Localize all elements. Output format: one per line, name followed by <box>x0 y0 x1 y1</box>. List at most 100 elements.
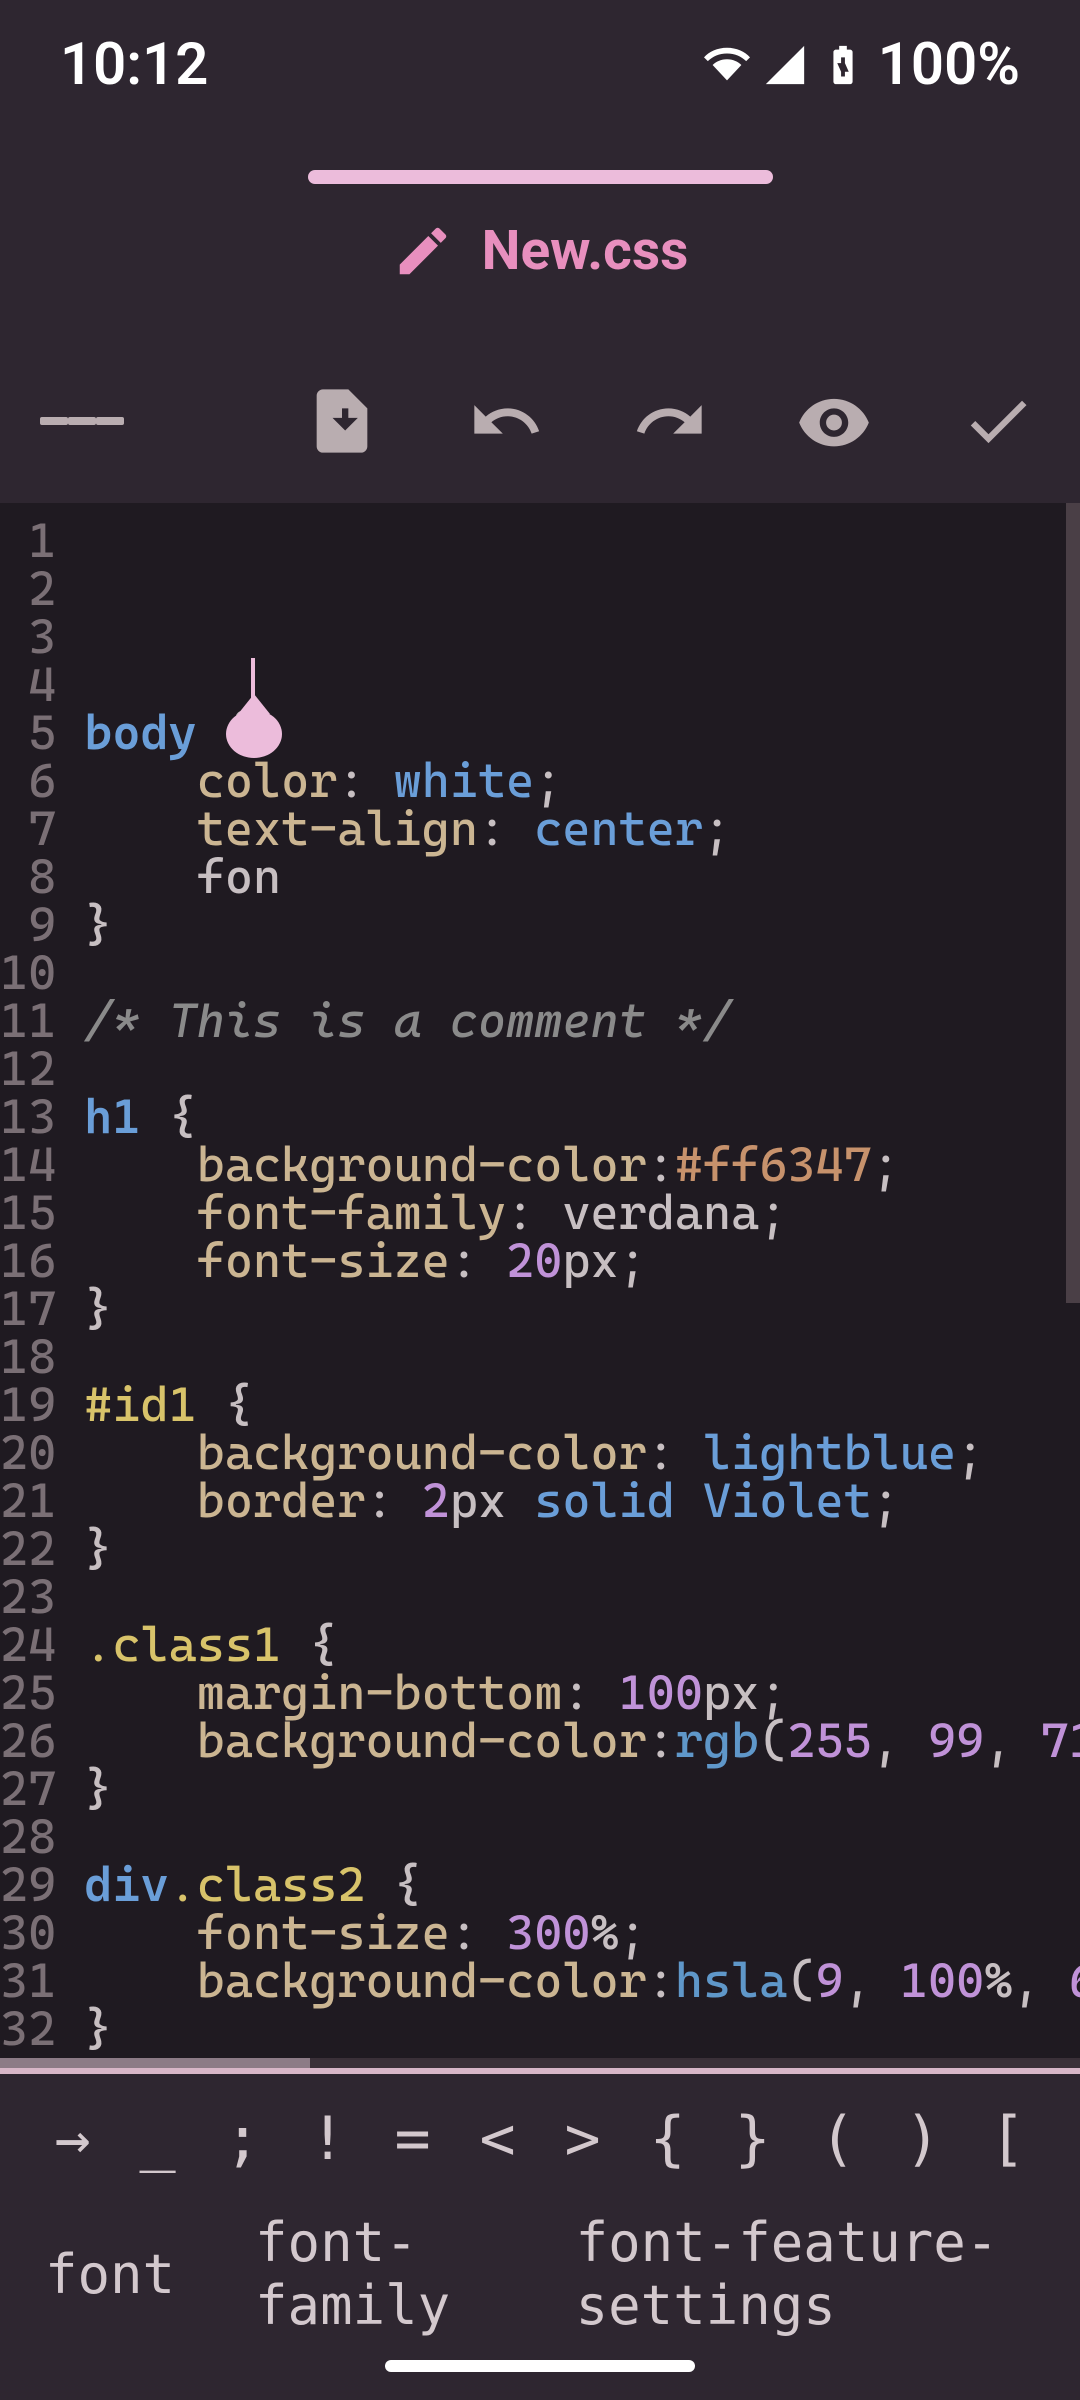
line-number: 17 <box>0 1285 56 1333</box>
line-number: 9 <box>0 901 56 949</box>
line-number: 15 <box>0 1189 56 1237</box>
code-line[interactable]: } <box>84 2005 1080 2053</box>
battery-percent: 100% <box>878 31 1020 99</box>
redo-icon <box>632 383 708 459</box>
undo-icon <box>468 383 544 459</box>
code-line[interactable]: .class1 { <box>84 1621 1080 1669</box>
code-line[interactable]: background-color: lightblue; <box>84 1429 1080 1477</box>
redo-button[interactable] <box>628 379 712 463</box>
line-number: 13 <box>0 1093 56 1141</box>
line-number: 7 <box>0 805 56 853</box>
code-line[interactable]: border: 2px solid Violet; <box>84 1477 1080 1525</box>
code-line[interactable]: #id1 { <box>84 1381 1080 1429</box>
line-number: 28 <box>0 1813 56 1861</box>
line-number: 5 <box>0 709 56 757</box>
code-line[interactable]: font-size: 300%; <box>84 1909 1080 1957</box>
code-editor[interactable]: 1234567891011121314151617181920212223242… <box>0 503 1080 2068</box>
code-line[interactable]: fon <box>84 853 1080 901</box>
line-number: 29 <box>0 1861 56 1909</box>
symbol-key[interactable]: ( <box>795 2104 880 2174</box>
menu-button[interactable] <box>40 379 124 463</box>
code-line[interactable]: } <box>84 1525 1080 1573</box>
line-number: 31 <box>0 1957 56 2005</box>
tab-drag-handle[interactable] <box>0 130 1080 184</box>
line-number: 27 <box>0 1765 56 1813</box>
line-number: 10 <box>0 949 56 997</box>
line-number: 6 <box>0 757 56 805</box>
code-line[interactable]: /* This is a comment */ <box>84 997 1080 1045</box>
symbol-key[interactable]: > <box>540 2104 625 2174</box>
status-time: 10:12 <box>60 31 208 99</box>
symbol-key[interactable]: ; <box>200 2104 285 2174</box>
vertical-scrollbar[interactable] <box>1066 503 1080 1303</box>
file-name: New.css <box>482 219 689 283</box>
line-number: 14 <box>0 1141 56 1189</box>
code-line[interactable]: } <box>84 901 1080 949</box>
preview-button[interactable] <box>792 379 876 463</box>
status-indicators: 100% <box>704 31 1020 99</box>
confirm-button[interactable] <box>956 379 1040 463</box>
code-line[interactable]: color: white; <box>84 757 1080 805</box>
symbol-keyboard-row: →_;!=<>{}()[ <box>0 2074 1080 2204</box>
code-line[interactable] <box>84 1333 1080 1381</box>
symbol-key[interactable]: { <box>625 2104 710 2174</box>
symbol-key[interactable]: ! <box>285 2104 370 2174</box>
navigation-bar[interactable] <box>385 2360 695 2372</box>
code-line[interactable]: } <box>84 1765 1080 1813</box>
code-line[interactable]: text-align: center; <box>84 805 1080 853</box>
line-number: 30 <box>0 1909 56 1957</box>
line-number: 21 <box>0 1477 56 1525</box>
code-line[interactable]: font-size: 20px; <box>84 1237 1080 1285</box>
line-number: 18 <box>0 1333 56 1381</box>
code-line[interactable]: background-color:hsla(9, 100%, 64%, <box>84 1957 1080 2005</box>
line-number: 32 <box>0 2005 56 2053</box>
symbol-key[interactable]: [ <box>965 2104 1050 2174</box>
symbol-key[interactable]: _ <box>115 2104 200 2174</box>
symbol-key[interactable]: < <box>455 2104 540 2174</box>
status-bar: 10:12 100% <box>0 0 1080 130</box>
symbol-key[interactable]: ) <box>880 2104 965 2174</box>
pencil-icon <box>392 220 454 282</box>
line-number: 11 <box>0 997 56 1045</box>
file-revert-icon <box>304 383 380 459</box>
file-tab[interactable]: New.css <box>0 184 1080 338</box>
code-line[interactable] <box>84 1045 1080 1093</box>
line-number: 24 <box>0 1621 56 1669</box>
wifi-icon <box>704 42 750 88</box>
code-line[interactable]: background-color:#ff6347; <box>84 1141 1080 1189</box>
autocomplete-suggestion[interactable]: font-family <box>255 2211 496 2337</box>
code-lines[interactable]: body { color: white; text-align: center;… <box>76 503 1080 2068</box>
code-line[interactable]: div.class2 { <box>84 1861 1080 1909</box>
line-number: 16 <box>0 1237 56 1285</box>
line-number: 25 <box>0 1669 56 1717</box>
autocomplete-suggestion[interactable]: font-feature-settings <box>576 2211 1035 2337</box>
line-number: 2 <box>0 565 56 613</box>
line-number: 22 <box>0 1525 56 1573</box>
line-number: 20 <box>0 1429 56 1477</box>
code-line[interactable]: background-color:rgb(255, 99, 71); <box>84 1717 1080 1765</box>
line-number: 4 <box>0 661 56 709</box>
undo-button[interactable] <box>464 379 548 463</box>
symbol-key[interactable]: = <box>370 2104 455 2174</box>
horizontal-scrollbar[interactable] <box>0 2058 310 2068</box>
code-line[interactable]: font-family: verdana; <box>84 1189 1080 1237</box>
code-line[interactable]: h1 { <box>84 1093 1080 1141</box>
code-line[interactable]: } <box>84 1285 1080 1333</box>
code-line[interactable] <box>84 1573 1080 1621</box>
code-line[interactable] <box>84 1813 1080 1861</box>
line-number: 8 <box>0 853 56 901</box>
revert-button[interactable] <box>300 379 384 463</box>
line-gutter: 1234567891011121314151617181920212223242… <box>0 503 76 2068</box>
code-line[interactable] <box>84 949 1080 997</box>
cursor-handle[interactable] <box>226 710 282 758</box>
check-icon <box>960 383 1036 459</box>
line-number: 26 <box>0 1717 56 1765</box>
autocomplete-row: font font-family font-feature-settings <box>0 2204 1080 2344</box>
line-number: 1 <box>0 517 56 565</box>
line-number: 19 <box>0 1381 56 1429</box>
symbol-key[interactable]: } <box>710 2104 795 2174</box>
toolbar <box>0 338 1080 503</box>
symbol-key[interactable]: → <box>30 2104 115 2174</box>
autocomplete-suggestion[interactable]: font <box>45 2243 175 2306</box>
code-line[interactable]: margin-bottom: 100px; <box>84 1669 1080 1717</box>
